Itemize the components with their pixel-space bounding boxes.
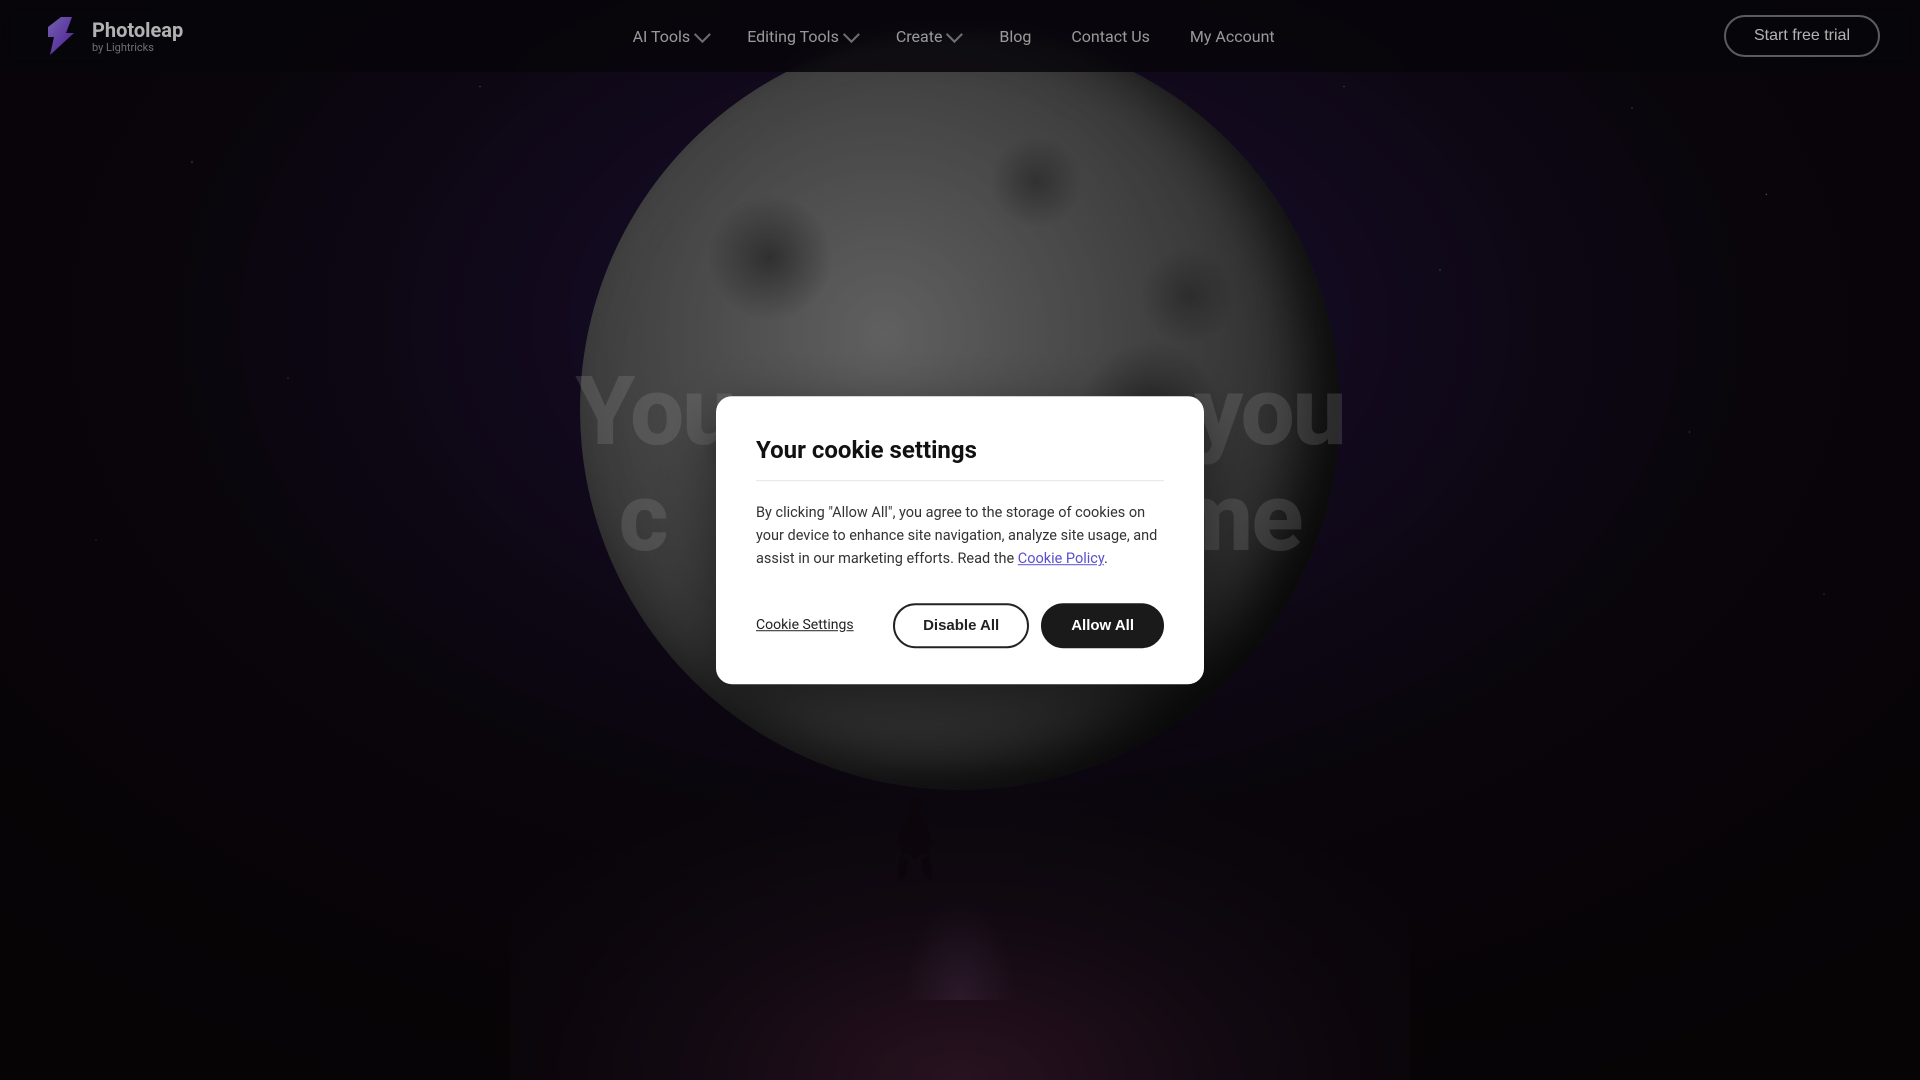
cookie-policy-link[interactable]: Cookie Policy: [1018, 551, 1104, 568]
cookie-modal-title: Your cookie settings: [756, 436, 1164, 464]
cookie-modal: Your cookie settings By clicking "Allow …: [716, 396, 1204, 684]
cookie-modal-body: By clicking "Allow All", you agree to th…: [756, 501, 1164, 571]
cookie-actions: Cookie Settings Disable All Allow All: [756, 603, 1164, 648]
allow-all-button[interactable]: Allow All: [1041, 603, 1164, 648]
cookie-button-group: Disable All Allow All: [893, 603, 1164, 648]
cookie-divider: [756, 480, 1164, 481]
disable-all-button[interactable]: Disable All: [893, 603, 1029, 648]
cookie-settings-button[interactable]: Cookie Settings: [756, 617, 854, 633]
